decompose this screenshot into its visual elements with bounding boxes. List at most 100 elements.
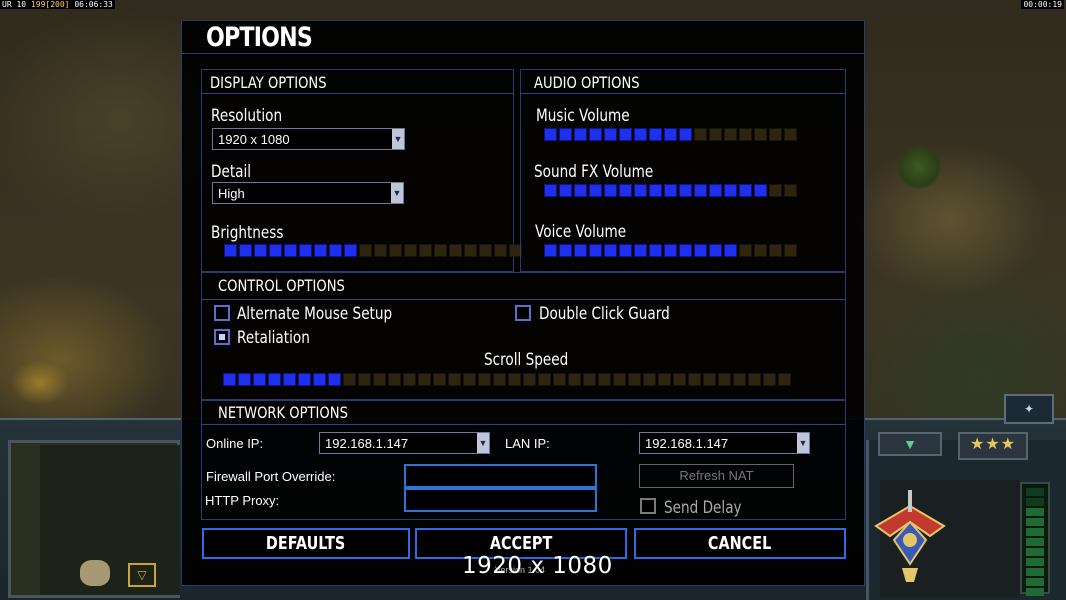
slider-segment[interactable] — [649, 128, 662, 141]
slider-segment[interactable] — [649, 184, 662, 197]
slider-segment[interactable] — [769, 244, 782, 257]
slider-segment[interactable] — [754, 244, 767, 257]
slider-segment[interactable] — [224, 244, 237, 257]
slider-segment[interactable] — [739, 184, 752, 197]
slider-segment[interactable] — [658, 373, 671, 386]
sfx-volume-slider[interactable] — [544, 184, 797, 197]
slider-segment[interactable] — [739, 128, 752, 141]
slider-segment[interactable] — [733, 373, 746, 386]
brightness-slider[interactable] — [224, 244, 522, 257]
slider-segment[interactable] — [403, 373, 416, 386]
minimap[interactable] — [40, 445, 180, 595]
scroll-speed-slider[interactable] — [223, 373, 791, 386]
retaliation-checkbox[interactable] — [214, 329, 230, 345]
alternate-mouse-checkbox[interactable] — [214, 305, 230, 321]
slider-segment[interactable] — [574, 244, 587, 257]
slider-segment[interactable] — [448, 373, 461, 386]
slider-segment[interactable] — [664, 244, 677, 257]
slider-segment[interactable] — [328, 373, 341, 386]
slider-segment[interactable] — [374, 244, 387, 257]
slider-segment[interactable] — [643, 373, 656, 386]
slider-segment[interactable] — [544, 244, 557, 257]
slider-segment[interactable] — [724, 244, 737, 257]
slider-segment[interactable] — [673, 373, 686, 386]
slider-segment[interactable] — [679, 128, 692, 141]
slider-segment[interactable] — [494, 244, 507, 257]
slider-segment[interactable] — [343, 373, 356, 386]
slider-segment[interactable] — [568, 373, 581, 386]
slider-segment[interactable] — [589, 184, 602, 197]
slider-segment[interactable] — [254, 244, 267, 257]
slider-segment[interactable] — [298, 373, 311, 386]
slider-segment[interactable] — [724, 184, 737, 197]
slider-segment[interactable] — [589, 244, 602, 257]
slider-segment[interactable] — [634, 128, 647, 141]
slider-segment[interactable] — [559, 128, 572, 141]
slider-segment[interactable] — [598, 373, 611, 386]
slider-segment[interactable] — [373, 373, 386, 386]
slider-segment[interactable] — [769, 128, 782, 141]
slider-segment[interactable] — [649, 244, 662, 257]
cancel-button[interactable]: CANCEL — [634, 528, 846, 559]
slider-segment[interactable] — [784, 184, 797, 197]
slider-segment[interactable] — [709, 244, 722, 257]
slider-segment[interactable] — [544, 128, 557, 141]
slider-segment[interactable] — [553, 373, 566, 386]
refresh-nat-button[interactable]: Refresh NAT — [639, 464, 794, 488]
slider-segment[interactable] — [223, 373, 236, 386]
slider-segment[interactable] — [604, 184, 617, 197]
slider-segment[interactable] — [419, 244, 432, 257]
slider-segment[interactable] — [508, 373, 521, 386]
slider-segment[interactable] — [283, 373, 296, 386]
slider-segment[interactable] — [344, 244, 357, 257]
slider-segment[interactable] — [434, 244, 447, 257]
chevron-down-icon[interactable]: ▼ — [391, 183, 403, 203]
slider-segment[interactable] — [478, 373, 491, 386]
slider-segment[interactable] — [538, 373, 551, 386]
defaults-button[interactable]: DEFAULTS — [202, 528, 410, 559]
slider-segment[interactable] — [239, 244, 252, 257]
satellite-icon[interactable]: ✦ — [1004, 394, 1054, 424]
slider-segment[interactable] — [784, 244, 797, 257]
slider-segment[interactable] — [589, 128, 602, 141]
slider-segment[interactable] — [574, 128, 587, 141]
resolution-dropdown[interactable]: 1920 x 1080 ▼ — [212, 128, 405, 150]
slider-segment[interactable] — [523, 373, 536, 386]
slider-segment[interactable] — [634, 244, 647, 257]
slider-segment[interactable] — [694, 244, 707, 257]
slider-segment[interactable] — [559, 184, 572, 197]
slider-segment[interactable] — [778, 373, 791, 386]
slider-segment[interactable] — [628, 373, 641, 386]
slider-segment[interactable] — [754, 128, 767, 141]
slider-segment[interactable] — [329, 244, 342, 257]
unit-portrait-icon[interactable] — [80, 560, 110, 586]
slider-segment[interactable] — [238, 373, 251, 386]
slider-segment[interactable] — [619, 184, 632, 197]
slider-segment[interactable] — [784, 128, 797, 141]
slider-segment[interactable] — [694, 128, 707, 141]
slider-segment[interactable] — [694, 184, 707, 197]
slider-segment[interactable] — [679, 184, 692, 197]
slider-segment[interactable] — [703, 373, 716, 386]
slider-segment[interactable] — [664, 184, 677, 197]
slider-segment[interactable] — [769, 184, 782, 197]
slider-segment[interactable] — [679, 244, 692, 257]
send-delay-checkbox[interactable] — [640, 498, 656, 514]
slider-segment[interactable] — [718, 373, 731, 386]
slider-segment[interactable] — [619, 244, 632, 257]
slider-segment[interactable] — [404, 244, 417, 257]
chevron-down-icon[interactable]: ▼ — [797, 433, 809, 453]
slider-segment[interactable] — [389, 244, 402, 257]
chevron-down-icon[interactable]: ▼ — [392, 129, 404, 149]
slider-segment[interactable] — [748, 373, 761, 386]
voice-volume-slider[interactable] — [544, 244, 797, 257]
http-proxy-input[interactable] — [404, 488, 597, 512]
chevron-down-icon[interactable]: ▼ — [477, 433, 489, 453]
slider-segment[interactable] — [269, 244, 282, 257]
slider-segment[interactable] — [763, 373, 776, 386]
slider-segment[interactable] — [544, 184, 557, 197]
slider-segment[interactable] — [664, 128, 677, 141]
slider-segment[interactable] — [604, 128, 617, 141]
slider-segment[interactable] — [724, 128, 737, 141]
firewall-port-input[interactable] — [404, 464, 597, 488]
